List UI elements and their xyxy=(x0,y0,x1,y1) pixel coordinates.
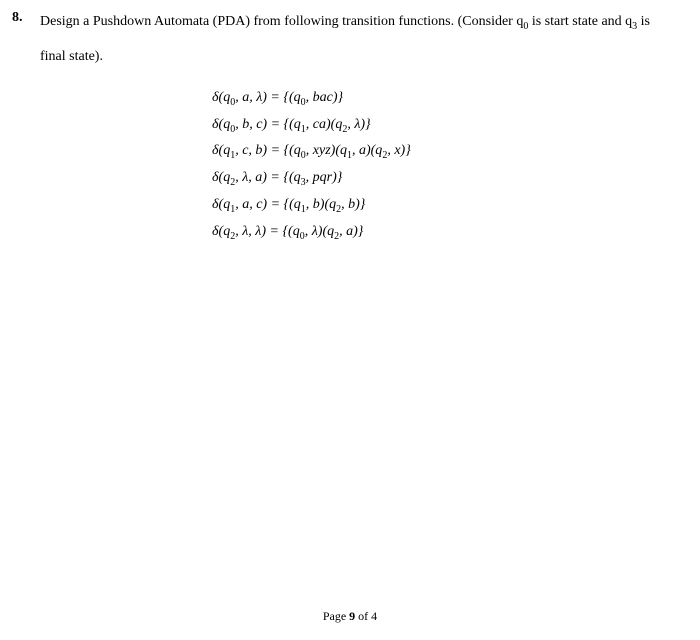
equation-5: δ(q1, a, c) = {(q1, b)(q2, b)} xyxy=(212,192,670,219)
eq3-rhs-after3: , x)} xyxy=(387,143,410,158)
question-number: 8. xyxy=(12,10,30,26)
eq1-sym: a xyxy=(242,90,249,105)
eq3-state-sub: 1 xyxy=(230,150,235,161)
eq4-rhs-after1: , pqr)} xyxy=(306,170,343,185)
eq6-rhs-after1: , λ)(q xyxy=(305,224,334,239)
q-text-end: is xyxy=(637,14,650,29)
eq5-state-sub: 1 xyxy=(230,204,235,215)
eq3-rhs-open: {(q xyxy=(284,143,301,158)
eq6-sym: λ xyxy=(242,224,248,239)
q-text-part1: Design a Pushdown Automata (PDA) from fo… xyxy=(40,14,523,29)
eq2-rhs-after2: , λ)} xyxy=(347,117,370,132)
eq1-stack: λ xyxy=(256,90,262,105)
footer-total: 4 xyxy=(371,609,377,623)
eq3-rhs-after1: , xyz)(q xyxy=(306,143,347,158)
eq4-sym: λ xyxy=(242,170,248,185)
equations-block: δ(q0, a, λ) = {(q0, bac)} δ(q0, b, c) = … xyxy=(212,85,670,246)
eq1-state-sub: 0 xyxy=(230,97,235,108)
eq5-rhs-open: {(q xyxy=(284,197,301,212)
eq5-stack: c xyxy=(256,197,262,212)
eq3-rhs-after2: , a)(q xyxy=(352,143,382,158)
eq4-rhs-open: {(q xyxy=(283,170,300,185)
footer-page-label: Page xyxy=(323,609,349,623)
eq2-sym: b xyxy=(242,117,249,132)
eq1-rhs-after1: , bac)} xyxy=(306,90,343,105)
eq5-rhs-after1: , b)(q xyxy=(306,197,336,212)
eq2-rhs-after1: , ca)(q xyxy=(306,117,343,132)
equation-1: δ(q0, a, λ) = {(q0, bac)} xyxy=(212,85,670,112)
question-text: Design a Pushdown Automata (PDA) from fo… xyxy=(40,10,670,35)
eq5-sym: a xyxy=(242,197,249,212)
equation-4: δ(q2, λ, a) = {(q3, pqr)} xyxy=(212,165,670,192)
footer-of-label: of xyxy=(355,609,371,623)
question-line2: final state). xyxy=(40,49,670,65)
eq6-state-sub: 2 xyxy=(230,231,235,242)
equation-2: δ(q0, b, c) = {(q1, ca)(q2, λ)} xyxy=(212,112,670,139)
eq6-rhs-after2: , a)} xyxy=(339,224,363,239)
eq3-sym: c xyxy=(242,143,248,158)
eq4-state-sub: 2 xyxy=(230,177,235,188)
eq6-rhs-open: {(q xyxy=(282,224,299,239)
question-header: 8. Design a Pushdown Automata (PDA) from… xyxy=(12,10,670,35)
eq1-rhs-open: {(q xyxy=(283,90,300,105)
q-text-mid: is start state and q xyxy=(528,14,632,29)
eq2-stack: c xyxy=(256,117,262,132)
eq4-stack: a xyxy=(255,170,262,185)
eq6-stack: λ xyxy=(255,224,261,239)
equation-6: δ(q2, λ, λ) = {(q0, λ)(q2, a)} xyxy=(212,219,670,246)
eq5-rhs-after2: , b)} xyxy=(341,197,365,212)
eq3-stack: b xyxy=(255,143,262,158)
equation-3: δ(q1, c, b) = {(q0, xyz)(q1, a)(q2, x)} xyxy=(212,138,670,165)
eq2-rhs-open: {(q xyxy=(284,117,301,132)
page-footer: Page 9 of 4 xyxy=(0,609,700,624)
eq2-state-sub: 0 xyxy=(230,123,235,134)
